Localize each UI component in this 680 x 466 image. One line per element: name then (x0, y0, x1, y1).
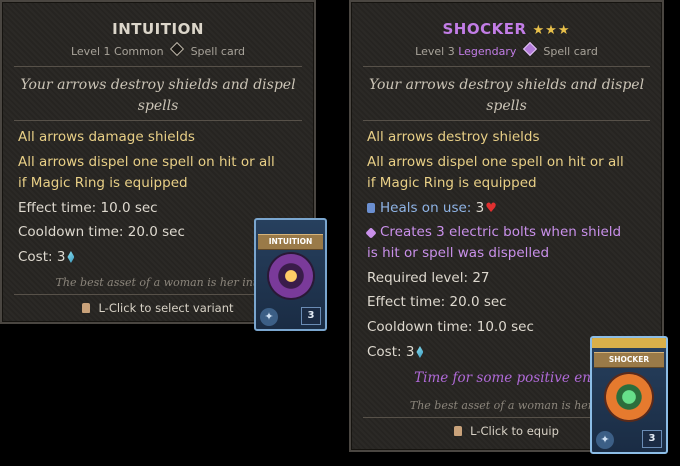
level-label: Level 3 (415, 45, 455, 58)
heals-line: Heals on use: 3♥ (367, 198, 497, 219)
rune-icon: ✦ (260, 308, 278, 326)
tooltip-title: SHOCKER ★★★ (351, 20, 662, 38)
shocker-card[interactable]: SHOCKER ✦ 3 (590, 336, 668, 454)
effect-line: if Magic Ring is equipped (18, 175, 188, 191)
card-type-label: Spell card (190, 45, 246, 58)
effect-line: All arrows dispel one spell on hit or al… (18, 154, 275, 170)
rarity-label: Common (114, 45, 164, 58)
bolts-line-2: is hit or spell was dispelled (367, 245, 550, 261)
tooltip-title: INTUITION (112, 20, 204, 38)
rarity-gem-icon (522, 41, 537, 57)
intuition-card[interactable]: INTUITION ✦ 3 (254, 218, 327, 331)
bolts-line: Creates 3 electric bolts when shield (365, 222, 622, 243)
card-tier: 3 (642, 430, 662, 448)
crystal-icon (416, 346, 424, 358)
hint-label: L-Click to equip (470, 424, 559, 438)
cost-line: Cost: 3 (18, 247, 75, 268)
effect-time: Effect time: 10.0 sec (18, 200, 158, 216)
heals-value: 3 (475, 200, 485, 216)
rarity-label: Legendary (458, 45, 517, 58)
effect-line: All arrows dispel one spell on hit or al… (367, 154, 624, 170)
effect-time: Effect time: 20.0 sec (367, 294, 507, 310)
mouse-left-icon (454, 426, 463, 436)
level-label: Level 1 (70, 45, 111, 58)
card-tier: 3 (301, 307, 321, 325)
cost-label: Cost: 3 (367, 344, 415, 360)
effect-line: if Magic Ring is equipped (367, 175, 537, 191)
flavor-text: Your arrows destroy shields and dispel s… (368, 77, 645, 114)
mouse-left-icon (82, 303, 91, 313)
crystal-icon (67, 251, 75, 263)
flavor-text: Your arrows destroy shields and dispel s… (20, 77, 296, 114)
eye-art-icon (268, 254, 313, 298)
card-crest (592, 338, 666, 348)
rune-icon: ✦ (596, 431, 614, 449)
cost-label: Cost: 3 (18, 249, 66, 265)
star-rating-icon: ★★★ (532, 23, 571, 38)
title-label: SHOCKER (442, 20, 527, 38)
divider (14, 66, 302, 67)
bolts-label: Creates 3 electric bolts when shield (380, 224, 622, 240)
heal-icon (367, 203, 375, 213)
divider (14, 120, 302, 121)
cooldown-time: Cooldown time: 10.0 sec (367, 319, 534, 335)
rarity-gem-icon (169, 41, 185, 57)
gem-art-icon (606, 374, 652, 420)
divider (363, 66, 650, 67)
divider (363, 120, 650, 121)
hint-label: L-Click to select variant (98, 301, 234, 315)
cooldown-time: Cooldown time: 20.0 sec (18, 224, 185, 240)
tooltip-subtitle: Level 1 Common Spell card (2, 41, 314, 58)
required-level: Required level: 27 (367, 270, 490, 286)
card-type-label: Spell card (543, 45, 598, 58)
effect-line: All arrows damage shields (18, 129, 195, 145)
card-name-banner: SHOCKER (594, 352, 664, 368)
card-name-banner: INTUITION (258, 234, 323, 250)
bolt-icon (365, 227, 377, 239)
tooltip-subtitle: Level 3 Legendary Spell card (351, 41, 662, 58)
effect-line: All arrows destroy shields (367, 129, 540, 145)
heart-icon: ♥ (485, 201, 497, 216)
cost-line: Cost: 3 (367, 342, 424, 363)
heals-label: Heals on use: (380, 200, 472, 216)
